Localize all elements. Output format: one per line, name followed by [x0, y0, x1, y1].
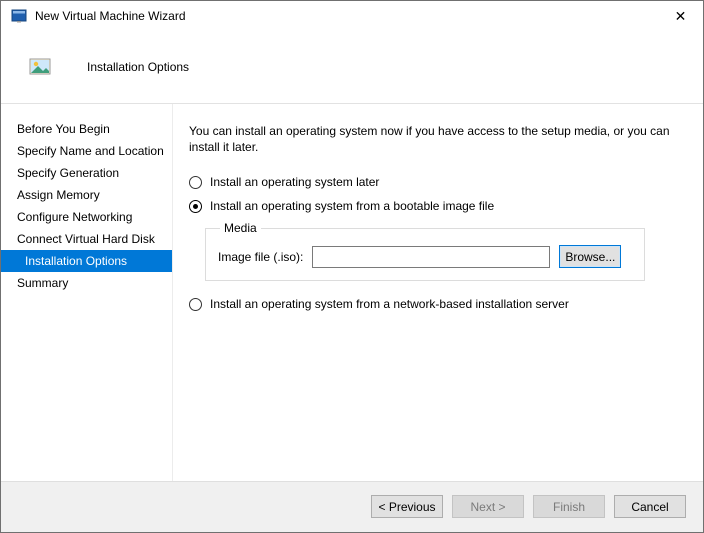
next-button[interactable]: Next > [452, 495, 524, 518]
image-file-row: Image file (.iso): Browse... [218, 245, 632, 268]
radio-bootable-image[interactable] [189, 200, 202, 213]
sidebar-item-connect-virtual-hard-disk[interactable]: Connect Virtual Hard Disk [1, 228, 172, 250]
sidebar-item-specify-generation[interactable]: Specify Generation [1, 162, 172, 184]
intro-text: You can install an operating system now … [189, 123, 689, 155]
finish-button[interactable]: Finish [533, 495, 605, 518]
wizard-app-icon [11, 8, 27, 24]
sidebar-item-assign-memory[interactable]: Assign Memory [1, 184, 172, 206]
radio-network-install[interactable] [189, 298, 202, 311]
titlebar: New Virtual Machine Wizard ✕ [1, 1, 703, 31]
image-file-label: Image file (.iso): [218, 250, 303, 264]
option-bootable-image-row[interactable]: Install an operating system from a boota… [189, 195, 689, 217]
sidebar-item-summary[interactable]: Summary [1, 272, 172, 294]
wizard-body: Before You Begin Specify Name and Locati… [1, 104, 703, 481]
option-network-install-row[interactable]: Install an operating system from a netwo… [189, 293, 689, 315]
window-title: New Virtual Machine Wizard [35, 9, 658, 23]
wizard-content: You can install an operating system now … [173, 104, 703, 481]
new-vm-wizard-window: New Virtual Machine Wizard ✕ Installatio… [0, 0, 704, 533]
page-title: Installation Options [87, 60, 189, 74]
wizard-steps-sidebar: Before You Begin Specify Name and Locati… [1, 104, 173, 481]
installation-options-icon [29, 58, 51, 76]
media-group-box: Media Image file (.iso): Browse... [205, 221, 645, 281]
sidebar-item-before-you-begin[interactable]: Before You Begin [1, 118, 172, 140]
close-button[interactable]: ✕ [658, 1, 703, 31]
browse-button[interactable]: Browse... [559, 245, 621, 268]
sidebar-item-installation-options[interactable]: Installation Options [1, 250, 172, 272]
sidebar-item-configure-networking[interactable]: Configure Networking [1, 206, 172, 228]
wizard-header: Installation Options [1, 31, 703, 104]
sidebar-item-specify-name-and-location[interactable]: Specify Name and Location [1, 140, 172, 162]
radio-install-later-label: Install an operating system later [210, 175, 379, 189]
previous-button[interactable]: < Previous [371, 495, 443, 518]
media-group-legend: Media [220, 221, 261, 235]
option-install-later-row[interactable]: Install an operating system later [189, 171, 689, 193]
cancel-button[interactable]: Cancel [614, 495, 686, 518]
radio-bootable-image-label: Install an operating system from a boota… [210, 199, 494, 213]
radio-install-later[interactable] [189, 176, 202, 189]
radio-network-install-label: Install an operating system from a netwo… [210, 297, 569, 311]
image-file-input[interactable] [312, 246, 550, 268]
wizard-footer: < Previous Next > Finish Cancel [1, 481, 703, 532]
